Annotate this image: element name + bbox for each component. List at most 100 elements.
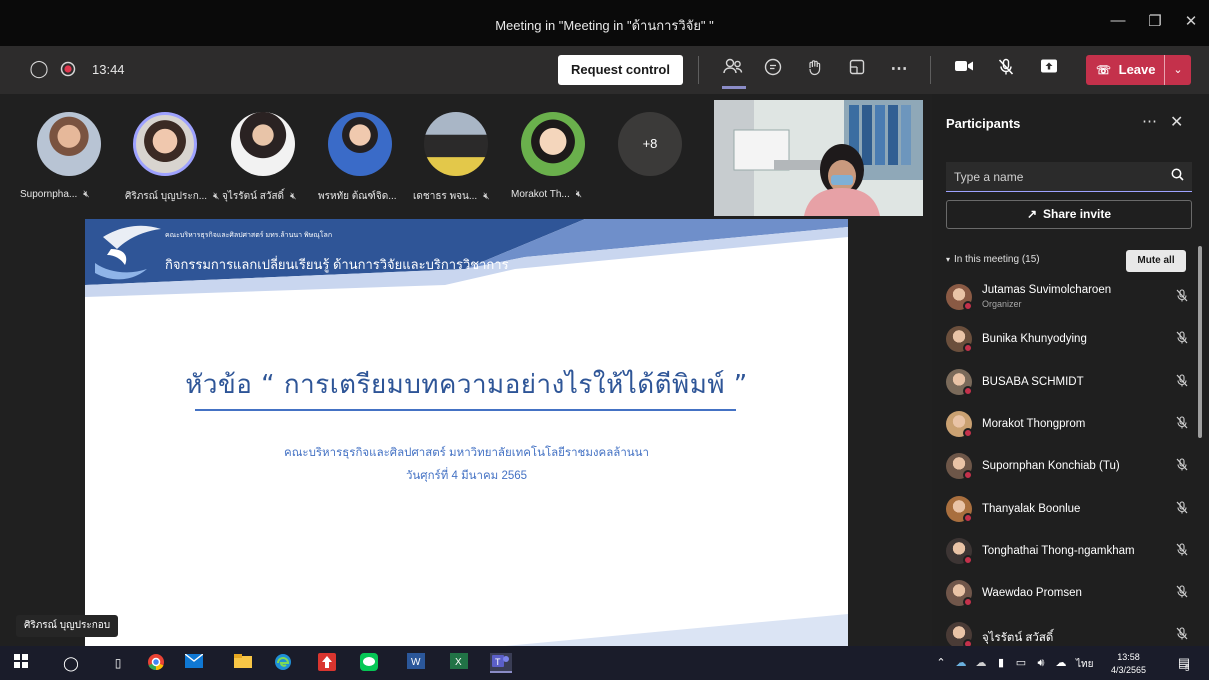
participant-avatar[interactable]: [231, 112, 295, 176]
participant-name-tag: ศิริภรณ์ บุญประก... 🔇︎: [125, 189, 219, 204]
mic-off-icon[interactable]: [1176, 543, 1188, 559]
participant-row[interactable]: Waewdao Promsen: [932, 574, 1194, 614]
participant-row[interactable]: Bunika Khunyodying: [932, 320, 1194, 360]
search-icon[interactable]: ◯: [60, 653, 82, 673]
clock-date: 4/3/2565: [1111, 665, 1147, 675]
chevron-down-icon[interactable]: ⌄: [1165, 55, 1191, 85]
search-input[interactable]: [954, 168, 1154, 186]
notifications-icon[interactable]: ▤ 5: [1173, 653, 1195, 673]
mic-off-icon: 🔇︎: [213, 191, 220, 202]
leave-main[interactable]: ☏ Leave: [1086, 55, 1164, 85]
request-control-button[interactable]: Request control: [558, 55, 683, 85]
in-meeting-section[interactable]: ▾ In this meeting (15) Mute all: [932, 247, 1209, 275]
status-dot: [963, 301, 973, 311]
mic-off-icon[interactable]: [1176, 458, 1188, 474]
chat-icon[interactable]: [762, 58, 784, 80]
search-icon[interactable]: [1171, 168, 1184, 184]
more-participants-button[interactable]: +8: [618, 112, 682, 176]
mic-off-icon[interactable]: [1176, 500, 1188, 517]
task-view-icon[interactable]: ▯: [107, 653, 129, 673]
leave-button[interactable]: ☏ Leave ⌄: [1086, 55, 1191, 85]
reactions-icon[interactable]: [804, 58, 826, 80]
participant-avatar[interactable]: [328, 112, 392, 176]
share-invite-button[interactable]: ↗ Share invite: [946, 200, 1192, 229]
restore-icon[interactable]: ❐: [1140, 12, 1170, 32]
network-icon[interactable]: ☁: [950, 653, 972, 673]
title-bar: Meeting in "Meeting in "ด้านการวิจัย" " …: [0, 0, 1209, 46]
mic-off-icon[interactable]: [1176, 331, 1188, 347]
system-clock[interactable]: 13:58 4/3/2565: [1111, 651, 1146, 677]
more-actions-icon[interactable]: ⋯: [888, 58, 910, 80]
participant-name: Supornphan Konchiab (Tu): [982, 460, 1120, 473]
phone-hangup-icon: ☏: [1096, 63, 1112, 77]
status-dot: [963, 597, 973, 608]
mic-off-icon[interactable]: [995, 58, 1017, 80]
mic-off-icon: 🔇︎: [483, 191, 490, 202]
microphone-icon[interactable]: ▮: [990, 653, 1012, 673]
participant-name: Supornpha...: [20, 189, 78, 200]
mic-off-icon[interactable]: [1176, 289, 1188, 305]
participant-search[interactable]: [946, 162, 1192, 192]
participant-row[interactable]: Supornphan Konchiab (Tu): [932, 447, 1194, 487]
share-screen-icon[interactable]: [1038, 58, 1060, 80]
leave-label: Leave: [1118, 62, 1156, 77]
participant-name: ศิริภรณ์ บุญประก...: [125, 191, 208, 202]
mic-off-icon[interactable]: [1176, 416, 1188, 432]
participant-row[interactable]: BUSABA SCHMIDT: [932, 363, 1194, 403]
participant-name: จุไรรัตน์ สวัสดิ์: [222, 191, 285, 202]
close-icon[interactable]: ✕: [1170, 112, 1183, 132]
volume-icon[interactable]: 🔊︎: [1030, 653, 1052, 673]
participant-avatar[interactable]: [37, 112, 101, 176]
chevron-up-icon[interactable]: ⌃: [930, 653, 952, 673]
participant-name: Tonghathai Thong-ngamkham: [982, 544, 1135, 557]
participant-name-tag: จุไรรัตน์ สวัสดิ์ 🔇︎: [222, 189, 296, 204]
participant-name: จุไรรัตน์ สวัสดิ์: [982, 632, 1054, 645]
slide-title-underline: [195, 409, 736, 411]
participant-name: BUSABA SCHMIDT: [982, 375, 1084, 388]
mic-off-icon[interactable]: [1176, 627, 1188, 643]
chrome-icon[interactable]: [145, 653, 167, 673]
mic-off-icon[interactable]: [1176, 374, 1188, 390]
participant-role: Organizer: [982, 299, 1022, 309]
people-icon[interactable]: [722, 58, 744, 80]
teams-icon[interactable]: T: [490, 653, 512, 673]
mic-off-icon[interactable]: [1176, 585, 1188, 601]
status-dot: [963, 470, 973, 481]
participant-name: Morakot Th...: [511, 189, 570, 200]
breakout-icon[interactable]: [846, 58, 868, 80]
participant-avatar[interactable]: [521, 112, 585, 176]
mail-icon[interactable]: [183, 653, 205, 673]
self-video-preview[interactable]: [714, 100, 923, 216]
mute-all-button[interactable]: Mute all: [1126, 250, 1186, 272]
app-icon[interactable]: [316, 653, 338, 673]
status-dot: [963, 385, 973, 396]
shield-icon: ◯: [29, 59, 49, 78]
onedrive-icon[interactable]: ☁: [1050, 653, 1072, 673]
word-icon[interactable]: W: [405, 653, 427, 673]
input-language[interactable]: ไทย: [1076, 657, 1093, 672]
participant-row[interactable]: Thanyalak Boonlue: [932, 490, 1194, 530]
participant-row[interactable]: Morakot Thongprom: [932, 405, 1194, 445]
camera-icon[interactable]: [953, 58, 975, 80]
excel-icon[interactable]: X: [448, 653, 470, 673]
participant-avatar-speaking[interactable]: [133, 112, 197, 176]
cloud-icon[interactable]: ☁: [970, 653, 992, 673]
edge-icon[interactable]: [272, 653, 294, 673]
participant-name: Jutamas Suvimolcharoen: [982, 284, 1112, 296]
status-dot: [963, 554, 973, 565]
scrollbar[interactable]: [1198, 246, 1202, 438]
slide-subtitle: คณะบริหารธุรกิจและศิลปศาสตร์ มหาวิทยาลัย…: [284, 447, 649, 459]
meeting-stage: +8 Supornpha... 🔇︎ ศิริภรณ์ บุญประก... 🔇︎ …: [0, 94, 932, 654]
close-window-icon[interactable]: ✕: [1176, 12, 1206, 32]
windows-start-icon[interactable]: [10, 653, 32, 673]
more-options-icon[interactable]: ⋯: [1142, 112, 1157, 130]
slide-decoration: [85, 219, 848, 646]
participant-row[interactable]: Tonghathai Thong-ngamkham: [932, 532, 1194, 572]
participant-row[interactable]: Jutamas Suvimolcharoen Organizer: [932, 278, 1194, 318]
minimize-icon[interactable]: —: [1103, 12, 1133, 32]
slide-date: วันศุกร์ที่ 4 มีนาคม 2565: [405, 470, 528, 482]
display-icon[interactable]: ▭: [1010, 653, 1032, 673]
file-explorer-icon[interactable]: [232, 653, 254, 673]
line-icon[interactable]: [358, 653, 380, 673]
participant-avatar[interactable]: [424, 112, 488, 176]
